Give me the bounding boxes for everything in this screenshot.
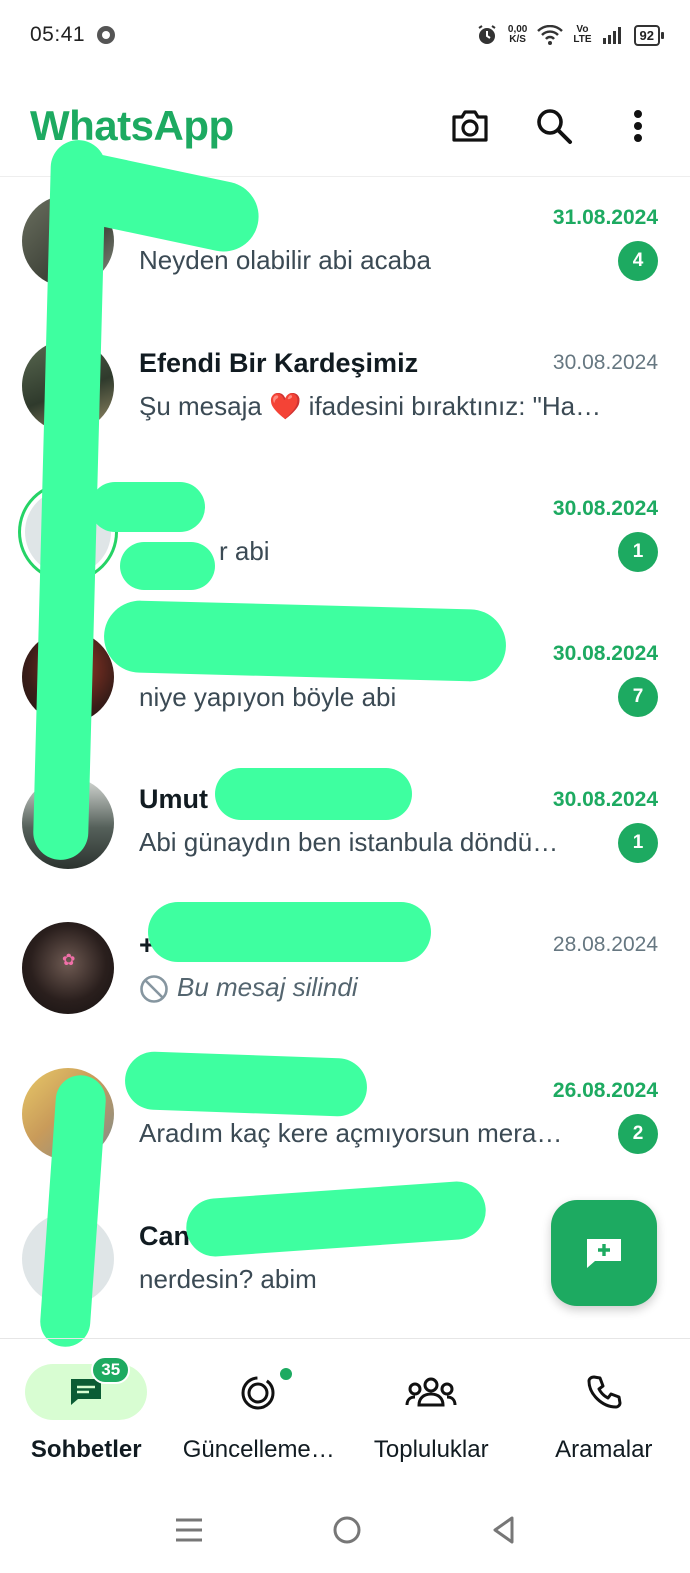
tab-communities-pill xyxy=(370,1364,492,1420)
tab-communities-label: Topluluklar xyxy=(373,1436,489,1463)
more-vert-icon[interactable] xyxy=(616,104,660,148)
unread-badge: 4 xyxy=(618,240,658,281)
chat-list: Ka 31.08.2024 Neyden olabilir abi acaba … xyxy=(0,168,690,1332)
chat-item[interactable]: 30.08.2024 r abi 1 xyxy=(0,459,690,605)
unread-badge: 1 xyxy=(618,822,658,863)
tab-calls-label: Aramalar xyxy=(555,1436,653,1463)
wifi-icon xyxy=(537,25,564,45)
chat-date: 26.08.2024 xyxy=(552,1078,658,1102)
tab-chats[interactable]: 35 Sohbetler xyxy=(0,1340,173,1480)
alarm-icon xyxy=(478,25,496,44)
search-icon[interactable] xyxy=(532,104,576,148)
flower-emoji: ✿ xyxy=(62,952,76,970)
chats-unread-badge: 35 xyxy=(91,1356,131,1384)
tab-communities[interactable]: Topluluklar xyxy=(345,1340,518,1480)
chat-date: 30.08.2024 xyxy=(552,642,658,666)
status-time: 05:41 xyxy=(30,23,86,46)
recents-menu-icon[interactable] xyxy=(175,1517,203,1543)
bottom-nav-divider xyxy=(0,1338,690,1339)
updates-icon xyxy=(241,1376,275,1410)
status-icons: 0,00 K/S Vo LTE 92 xyxy=(476,24,665,46)
unread-badge: 7 xyxy=(618,677,658,718)
battery-indicator: 92 xyxy=(633,24,665,46)
privacy-scribble xyxy=(124,1050,368,1118)
chat-date: 28.08.2024 xyxy=(552,933,658,957)
new-chat-button[interactable] xyxy=(551,1200,657,1306)
unread-badge: 2 xyxy=(618,1113,658,1154)
tab-updates-pill xyxy=(198,1364,320,1420)
privacy-scribble xyxy=(215,768,412,820)
system-nav-bar xyxy=(0,1490,690,1570)
privacy-scribble xyxy=(103,599,507,683)
app-actions xyxy=(448,104,660,148)
chrome-icon xyxy=(97,26,116,44)
updates-dot xyxy=(277,1366,294,1382)
new-chat-icon xyxy=(587,1239,621,1268)
privacy-scribble xyxy=(90,482,205,532)
tab-updates[interactable]: Güncelleme… xyxy=(173,1340,346,1480)
bottom-nav: 35 Sohbetler Güncelleme… Topluluklar Ara… xyxy=(0,1340,690,1480)
app-title: WhatsApp xyxy=(30,102,234,149)
chat-last-message: niye yapıyon böyle abi xyxy=(139,681,397,712)
chat-date: 30.08.2024 xyxy=(552,351,658,375)
heart-emoji: ❤️ xyxy=(269,390,302,421)
home-icon[interactable] xyxy=(332,1515,362,1545)
privacy-scribble xyxy=(120,542,215,590)
status-bar: 05:41 0,00 K/S Vo LTE 92 xyxy=(0,0,690,70)
chat-last-message: Neyden olabilir abi acaba xyxy=(139,245,431,276)
chat-date: 30.08.2024 xyxy=(552,496,658,520)
avatar: ✿ xyxy=(22,922,114,1015)
communities-icon xyxy=(405,1377,457,1407)
calls-icon xyxy=(587,1375,622,1409)
chat-last-message: Şu mesaja ❤️ ifadesini bıraktınız: "Ha… xyxy=(139,390,602,421)
chat-last-message: Aradım kaç kere açmıyorsun mera… xyxy=(139,1118,563,1149)
chat-last-message: Abi günaydın ben istanbula döndü… xyxy=(139,827,559,858)
tab-updates-label: Güncelleme… xyxy=(182,1436,335,1463)
tab-calls[interactable]: Aramalar xyxy=(518,1340,690,1480)
privacy-scribble xyxy=(148,902,431,962)
tab-chats-pill: 35 xyxy=(25,1356,148,1420)
chat-item[interactable]: Efendi Bir Kardeşimiz 30.08.2024 Şu mesa… xyxy=(0,314,690,460)
signal-icon xyxy=(602,27,621,44)
tab-calls-pill xyxy=(543,1364,665,1420)
chat-date: 30.08.2024 xyxy=(552,787,658,811)
camera-icon[interactable] xyxy=(448,104,492,148)
deleted-icon xyxy=(140,975,168,1004)
chat-date: 31.08.2024 xyxy=(552,205,658,229)
back-icon[interactable] xyxy=(491,1515,515,1545)
chat-last-message: Bu mesaj silindi xyxy=(139,972,658,1004)
tab-chats-label: Sohbetler xyxy=(30,1436,142,1463)
volte-indicator: Vo LTE xyxy=(573,24,592,45)
chat-name: Efendi Bir Kardeşimiz xyxy=(139,347,419,378)
net-speed: 0,00 K/S xyxy=(507,24,528,45)
unread-badge: 1 xyxy=(618,531,658,572)
